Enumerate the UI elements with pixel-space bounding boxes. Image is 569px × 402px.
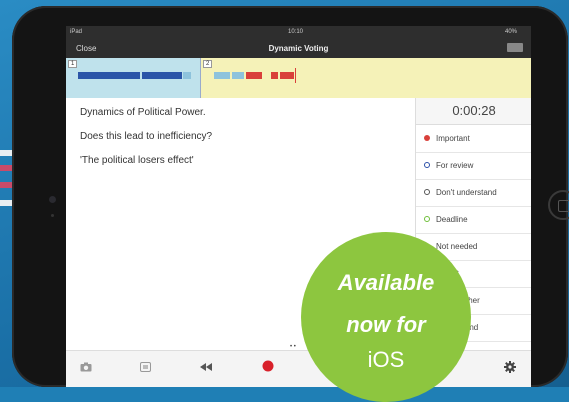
option-label: Don't understand	[436, 188, 497, 197]
option-label: For review	[436, 161, 474, 170]
option-label: Deadline	[436, 215, 468, 224]
camera-sensor	[51, 214, 54, 217]
note-line: Dynamics of Political Power.	[80, 107, 206, 118]
timeline-segment-2[interactable]: 2	[201, 58, 531, 98]
gear-icon[interactable]	[504, 361, 516, 376]
vote-bar	[142, 72, 182, 79]
status-device: iPad	[70, 29, 83, 35]
badge-line-3: iOS	[367, 347, 405, 372]
nav-bar: Close Dynamic Voting	[66, 38, 531, 58]
badge-line-2: now for	[346, 312, 426, 337]
status-bar: iPad 10:10 40%	[66, 26, 531, 38]
ios-availability-badge: Available now for iOS	[301, 232, 471, 402]
vote-bar	[246, 72, 262, 79]
option-deadline[interactable]: Deadline	[416, 206, 531, 234]
ring-icon	[424, 216, 430, 222]
segment-number: 1	[68, 60, 78, 68]
playhead[interactable]	[295, 68, 296, 83]
segment-number: 2	[203, 60, 213, 68]
option-label: Important	[436, 134, 470, 143]
record-icon[interactable]	[262, 360, 274, 375]
badge-line-1: Available	[337, 270, 435, 295]
option-label: Not needed	[436, 242, 478, 251]
timeline[interactable]: 1 2	[66, 58, 531, 98]
option-dont-understand[interactable]: Don't understand	[416, 179, 531, 207]
vote-bar	[271, 72, 278, 79]
ring-icon	[424, 162, 430, 168]
camera-icon[interactable]	[80, 362, 92, 375]
timeline-segment-1[interactable]: 1	[66, 58, 201, 98]
option-for-review[interactable]: For review	[416, 152, 531, 180]
vote-bar	[78, 72, 140, 79]
note-line: Does this lead to inefficiency?	[80, 131, 213, 142]
camera-lens	[49, 196, 56, 203]
rewind-icon[interactable]	[200, 362, 212, 375]
home-button[interactable]	[548, 190, 569, 220]
option-important[interactable]: Important	[416, 125, 531, 153]
vote-bar	[232, 72, 244, 79]
vote-bar	[280, 72, 294, 79]
ring-icon	[424, 189, 430, 195]
status-battery: 40%	[504, 29, 517, 35]
session-timer: 0:00:28	[416, 98, 531, 125]
page-title: Dynamic Voting	[268, 44, 329, 53]
note-line: 'The political losers effect'	[80, 155, 194, 166]
vote-bar	[183, 72, 191, 79]
share-button[interactable]	[507, 43, 523, 52]
dot-icon	[424, 135, 430, 141]
status-time: 10:10	[288, 29, 304, 35]
vote-bar	[214, 72, 230, 79]
slides-icon[interactable]	[140, 362, 151, 375]
